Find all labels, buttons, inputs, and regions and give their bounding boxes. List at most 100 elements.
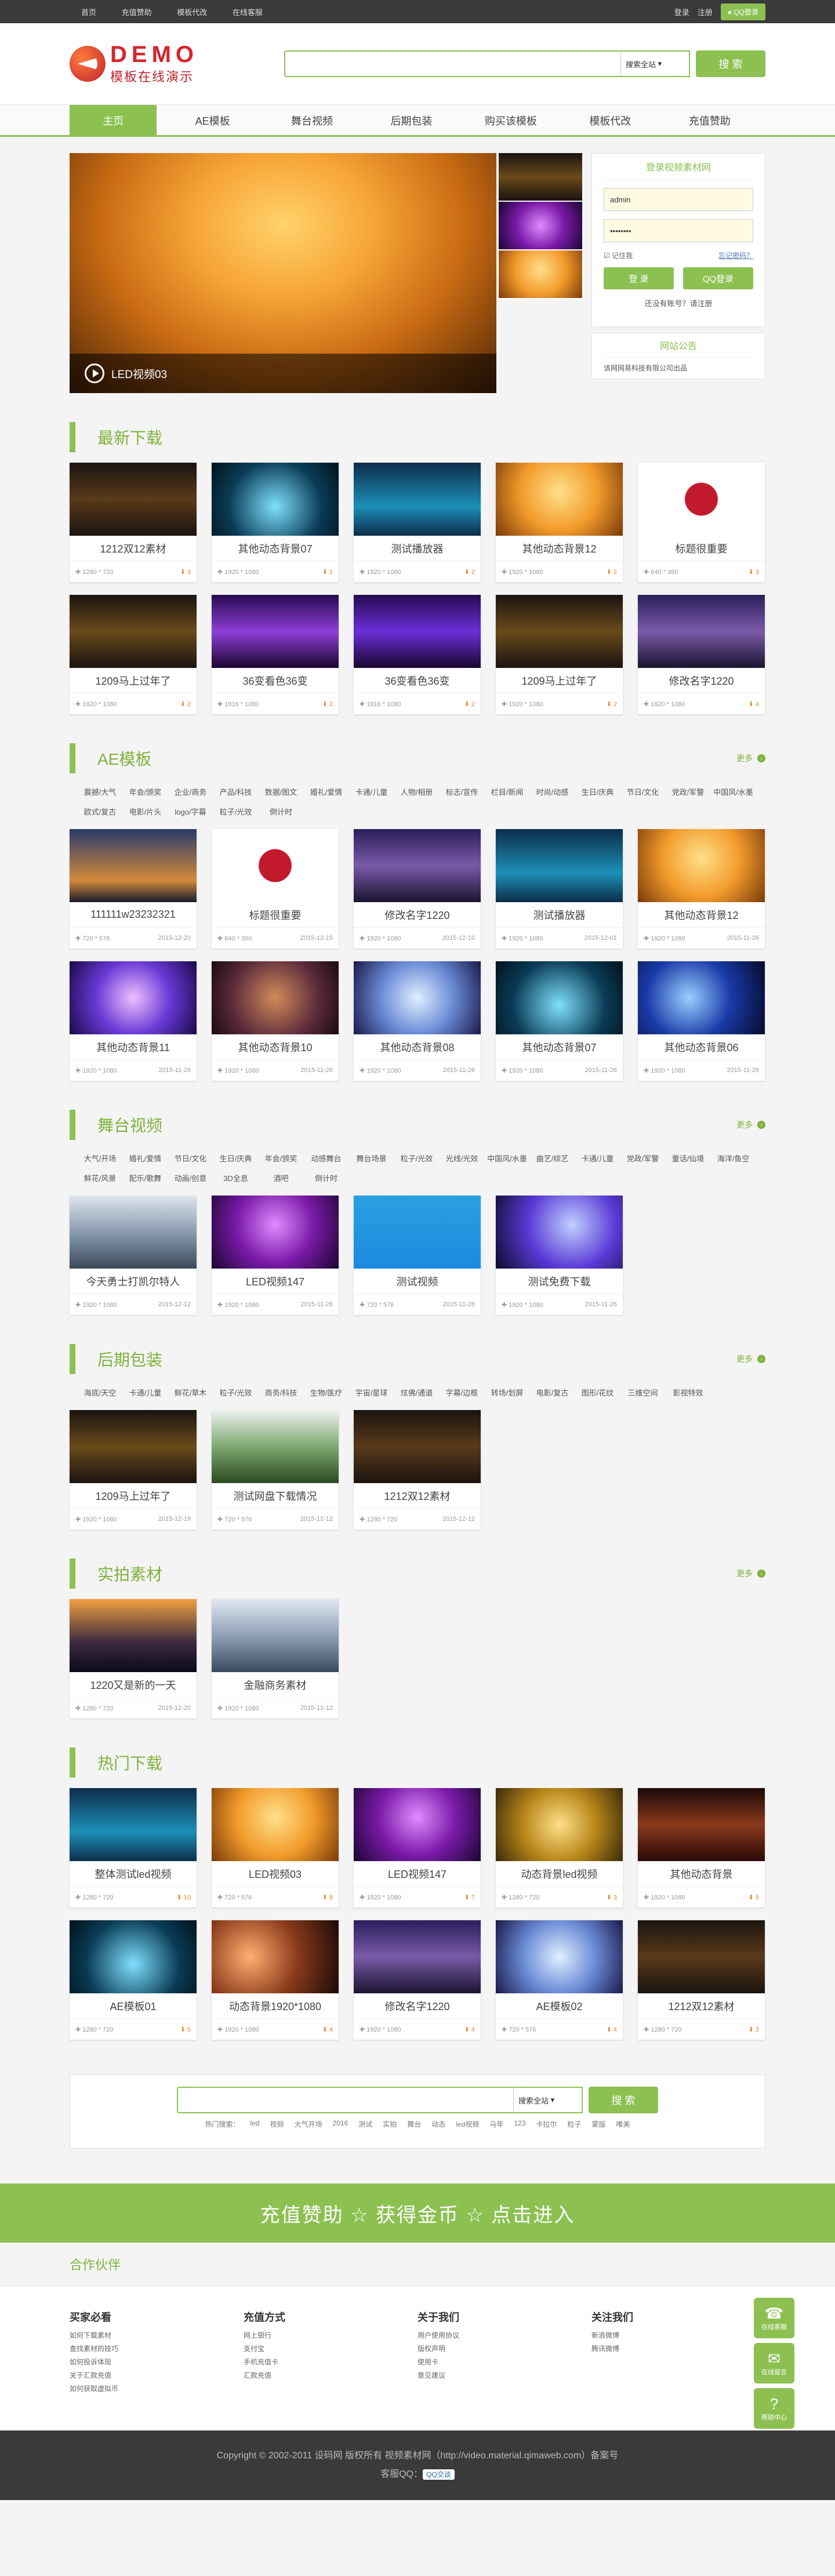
category-tag[interactable]: 生日/庆典 <box>575 784 620 799</box>
card-title[interactable]: 其他动态背景 <box>638 1861 765 1887</box>
card-thumbnail[interactable] <box>354 829 481 902</box>
card-thumbnail[interactable] <box>212 463 339 536</box>
category-tag[interactable]: 粒子/光效 <box>213 1385 259 1400</box>
category-tag[interactable]: 曲艺/综艺 <box>530 1150 575 1165</box>
hot-search-word[interactable]: 123 <box>514 2119 525 2129</box>
card-thumbnail[interactable] <box>354 463 481 536</box>
media-card[interactable]: 测试播放器 ✚ 1920 * 1080 ⬇ 2 <box>354 463 481 582</box>
category-tag[interactable]: 生日/庆典 <box>213 1150 259 1165</box>
card-title[interactable]: 动态背景led视频 <box>496 1861 623 1887</box>
remember-checkbox[interactable]: ☑ 记住我 <box>604 250 633 260</box>
media-card[interactable]: 修改名字1220 ✚ 1920 * 1080 ⬇ 4 <box>638 595 765 714</box>
media-card[interactable]: 其他动态背景06 ✚ 1920 * 1080 2015-11-26 <box>638 961 765 1081</box>
category-tag[interactable]: 中国风/水墨 <box>711 784 756 799</box>
category-tag[interactable]: 光线/光效 <box>440 1150 485 1165</box>
register-prompt[interactable]: 还没有账号？请注册 <box>604 297 753 308</box>
login-button[interactable]: 登 录 <box>604 267 674 289</box>
category-tag[interactable]: 节日/文化 <box>620 784 666 799</box>
category-tag[interactable]: 粒子/光效 <box>213 804 259 819</box>
category-tag[interactable]: 宇宙/星球 <box>349 1385 394 1400</box>
card-thumbnail[interactable] <box>212 1410 339 1483</box>
card-title[interactable]: 金融商务素材 <box>212 1672 339 1698</box>
card-thumbnail[interactable] <box>70 595 197 668</box>
media-card[interactable]: 1209马上过年了 ✚ 1920 * 1080 ⬇ 2 <box>496 595 623 714</box>
card-thumbnail[interactable] <box>354 1410 481 1483</box>
card-thumbnail[interactable] <box>70 1410 197 1483</box>
hot-search-word[interactable]: led视频 <box>456 2119 479 2129</box>
media-card[interactable]: 1209马上过年了 ✚ 1920 * 1080 ⬇ 2 <box>70 595 197 714</box>
media-card[interactable]: LED视频147 ✚ 1920 * 1080 2015-11-26 <box>212 1196 339 1315</box>
card-title[interactable]: 1209马上过年了 <box>70 1483 197 1509</box>
category-tag[interactable]: 影视特效 <box>666 1385 711 1400</box>
card-thumbnail[interactable] <box>70 463 197 536</box>
nav-item[interactable]: 后期包装 <box>368 105 455 136</box>
top-link-service[interactable]: 在线客服 <box>233 8 263 17</box>
category-tag[interactable]: 动感舞台 <box>304 1150 349 1165</box>
card-thumbnail[interactable] <box>638 961 765 1034</box>
card-title[interactable]: 今天勇士打凯尔特人 <box>70 1269 197 1294</box>
footer-link[interactable]: 网上银行 <box>244 2329 418 2342</box>
card-thumbnail[interactable] <box>354 961 481 1034</box>
category-tag[interactable]: 节日/文化 <box>168 1150 213 1165</box>
media-card[interactable]: 标题很重要 ✚ 640 * 360 2015-12-15 <box>212 829 339 949</box>
footer-link[interactable]: 支付宝 <box>244 2342 418 2356</box>
footer-link[interactable]: 查找素材的技巧 <box>70 2342 244 2356</box>
card-thumbnail[interactable] <box>212 961 339 1034</box>
footer-link[interactable]: 新浪微博 <box>591 2329 765 2342</box>
top-link-custom[interactable]: 模板代改 <box>177 8 207 17</box>
media-card[interactable]: 修改名字1220 ✚ 1920 * 1080 ⬇ 4 <box>354 1920 481 2040</box>
card-thumbnail[interactable] <box>354 1788 481 1861</box>
more-link[interactable]: 更多 › <box>736 1568 765 1579</box>
card-thumbnail[interactable] <box>354 1196 481 1269</box>
card-thumbnail[interactable] <box>70 829 197 902</box>
media-card[interactable]: 测试网盘下载情况 ✚ 720 * 576 2015-12-12 <box>212 1410 339 1529</box>
top-link-recharge[interactable]: 充值赞助 <box>122 8 152 17</box>
search-scope-select[interactable]: 搜索全站 ▾ <box>620 50 690 77</box>
card-thumbnail[interactable] <box>70 1599 197 1672</box>
qq-login-panel-button[interactable]: QQ登录 <box>683 267 753 289</box>
category-tag[interactable]: 栏目/新闻 <box>485 784 530 799</box>
media-card[interactable]: 测试播放器 ✚ 1920 * 1080 2015-12-01 <box>496 829 623 949</box>
footer-link[interactable]: 用户使用协议 <box>418 2329 591 2342</box>
qq-chat-badge[interactable]: QQ交谈 <box>423 2469 455 2480</box>
card-title[interactable]: LED视频147 <box>212 1269 339 1294</box>
footer-link[interactable]: 如何投诉体现 <box>70 2356 244 2369</box>
category-tag[interactable]: 炫佛/通道 <box>394 1385 440 1400</box>
media-card[interactable]: 测试视频 ✚ 720 * 576 2015-11-26 <box>354 1196 481 1315</box>
nav-item[interactable]: AE模板 <box>169 105 256 136</box>
banner-thumb[interactable] <box>499 153 582 201</box>
recharge-banner[interactable]: 充值赞助 ☆ 获得金币 ☆ 点击进入 <box>0 2183 835 2243</box>
card-title[interactable]: 1220又是新的一天 <box>70 1672 197 1698</box>
media-card[interactable]: 其他动态背景07 ✚ 1920 * 1080 ⬇ 1 <box>212 463 339 582</box>
category-tag[interactable]: 商务/科技 <box>259 1385 304 1400</box>
hot-search-word[interactable]: led <box>251 2119 260 2129</box>
media-card[interactable]: 其他动态背景12 ✚ 1920 * 1080 ⬇ 2 <box>496 463 623 582</box>
search-button[interactable]: 搜 索 <box>696 50 765 77</box>
more-link[interactable]: 更多 › <box>736 1119 765 1131</box>
category-tag[interactable]: 年会/颁奖 <box>123 784 168 799</box>
card-thumbnail[interactable] <box>354 595 481 668</box>
media-card[interactable]: 动态背景led视频 ✚ 1280 * 720 ⬇ 3 <box>496 1788 623 1908</box>
hot-search-word[interactable]: 视频 <box>270 2119 284 2129</box>
card-title[interactable]: 36变看色36变 <box>212 668 339 693</box>
card-title[interactable]: LED视频03 <box>212 1861 339 1887</box>
category-tag[interactable]: 年会/颁奖 <box>259 1150 304 1165</box>
media-card[interactable]: AE模板02 ✚ 720 * 576 ⬇ 4 <box>496 1920 623 2040</box>
card-title[interactable]: 1212双12素材 <box>70 536 197 561</box>
footer-link[interactable]: 版权声明 <box>418 2342 591 2356</box>
media-card[interactable]: 111111w23232321 ✚ 720 * 576 2015-12-20 <box>70 829 197 949</box>
media-card[interactable]: 1212双12素材 ✚ 1280 * 720 2015-12-12 <box>354 1410 481 1529</box>
media-card[interactable]: 今天勇士打凯尔特人 ✚ 1920 * 1080 2015-12-12 <box>70 1196 197 1315</box>
category-tag[interactable]: 倒计时 <box>304 1170 349 1185</box>
category-tag[interactable]: 人物/相册 <box>394 784 440 799</box>
card-title[interactable]: 1212双12素材 <box>354 1483 481 1509</box>
card-thumbnail[interactable] <box>212 829 339 902</box>
footer-link[interactable]: 汇款充值 <box>244 2369 418 2382</box>
media-card[interactable]: 其他动态背景 ✚ 1920 * 1080 ⬇ 5 <box>638 1788 765 1908</box>
category-tag[interactable]: 童话/仙境 <box>666 1150 711 1165</box>
category-tag[interactable]: 鲜花/草木 <box>168 1385 213 1400</box>
banner-thumb[interactable] <box>498 249 583 299</box>
card-title[interactable]: 1209马上过年了 <box>70 668 197 693</box>
category-tag[interactable]: 欧式/复古 <box>78 804 123 819</box>
card-thumbnail[interactable] <box>70 1920 197 1993</box>
